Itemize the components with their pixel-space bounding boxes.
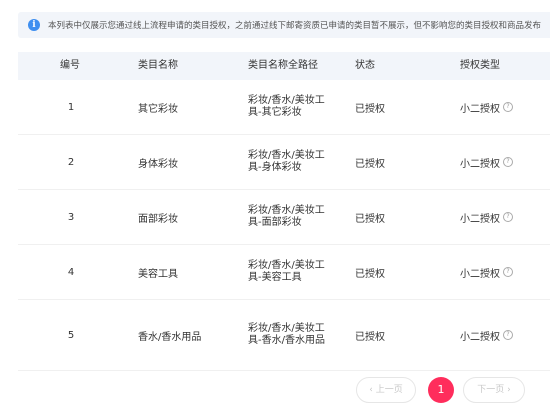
table-row: 5 香水/香水用品 彩妆/香水/美妆工具-香水/香水用品 已授权 小二授权? (18, 300, 550, 371)
row-status: 已授权 (355, 268, 385, 280)
header-type: 授权类型 (460, 60, 500, 71)
row-no: 2 (67, 156, 75, 168)
next-page-button[interactable]: 下一页 › (463, 377, 525, 403)
row-path: 彩妆/香水/美妆工具-美容工具 (248, 260, 325, 283)
help-icon[interactable]: ? (503, 157, 513, 167)
row-type: 小二授权? (460, 300, 550, 370)
row-no: 5 (67, 329, 75, 341)
row-type-label: 小二授权 (460, 158, 500, 170)
row-type: 小二授权? (460, 80, 550, 134)
row-type: 小二授权? (460, 190, 550, 244)
header-name: 类目名称 (138, 60, 178, 71)
row-path: 彩妆/香水/美妆工具-面部彩妆 (248, 205, 325, 228)
row-name: 美容工具 (138, 268, 178, 280)
row-path: 彩妆/香水/美妆工具-香水/香水用品 (248, 323, 325, 346)
row-name: 身体彩妆 (138, 158, 178, 170)
help-icon[interactable]: ? (503, 267, 513, 277)
row-type: 小二授权? (460, 245, 550, 299)
row-type-label: 小二授权 (460, 331, 500, 343)
row-name: 香水/香水用品 (138, 331, 202, 343)
row-no: 1 (67, 101, 75, 113)
row-type-label: 小二授权 (460, 268, 500, 280)
header-no: 编号 (60, 60, 80, 71)
header-path: 类目名称全路径 (248, 60, 318, 71)
table-row: 3 面部彩妆 彩妆/香水/美妆工具-面部彩妆 已授权 小二授权? (18, 190, 550, 245)
header-status: 状态 (355, 60, 375, 71)
prev-page-button[interactable]: ‹ 上一页 (356, 377, 416, 403)
row-type: 小二授权? (460, 135, 550, 189)
category-table: 编号 类目名称 类目名称全路径 状态 授权类型 1 其它彩妆 彩妆/香水/美妆工… (18, 52, 550, 371)
current-page-button[interactable]: 1 (428, 377, 454, 403)
table-row: 2 身体彩妆 彩妆/香水/美妆工具-身体彩妆 已授权 小二授权? (18, 135, 550, 190)
help-icon[interactable]: ? (503, 102, 513, 112)
help-icon[interactable]: ? (503, 330, 513, 340)
row-status: 已授权 (355, 103, 385, 115)
row-path: 彩妆/香水/美妆工具-身体彩妆 (248, 150, 325, 173)
row-status: 已授权 (355, 331, 385, 343)
info-icon: i (28, 19, 40, 31)
row-no: 4 (67, 266, 75, 278)
row-status: 已授权 (355, 213, 385, 225)
help-icon[interactable]: ? (503, 212, 513, 222)
row-path: 彩妆/香水/美妆工具-其它彩妆 (248, 95, 325, 118)
table-row: 4 美容工具 彩妆/香水/美妆工具-美容工具 已授权 小二授权? (18, 245, 550, 300)
table-header: 编号 类目名称 类目名称全路径 状态 授权类型 (18, 52, 550, 80)
notice-text: 本列表中仅展示您通过线上流程申请的类目授权，之前通过线下邮寄资质已申请的类目暂不… (48, 21, 542, 31)
row-type-label: 小二授权 (460, 103, 500, 115)
table-row: 1 其它彩妆 彩妆/香水/美妆工具-其它彩妆 已授权 小二授权? (18, 80, 550, 135)
row-status: 已授权 (355, 158, 385, 170)
pagination: ‹ 上一页 1 下一页 › (0, 377, 550, 403)
notice-banner: i 本列表中仅展示您通过线上流程申请的类目授权，之前通过线下邮寄资质已申请的类目… (18, 12, 550, 38)
row-type-label: 小二授权 (460, 213, 500, 225)
row-no: 3 (67, 211, 75, 223)
row-name: 面部彩妆 (138, 213, 178, 225)
row-name: 其它彩妆 (138, 103, 178, 115)
